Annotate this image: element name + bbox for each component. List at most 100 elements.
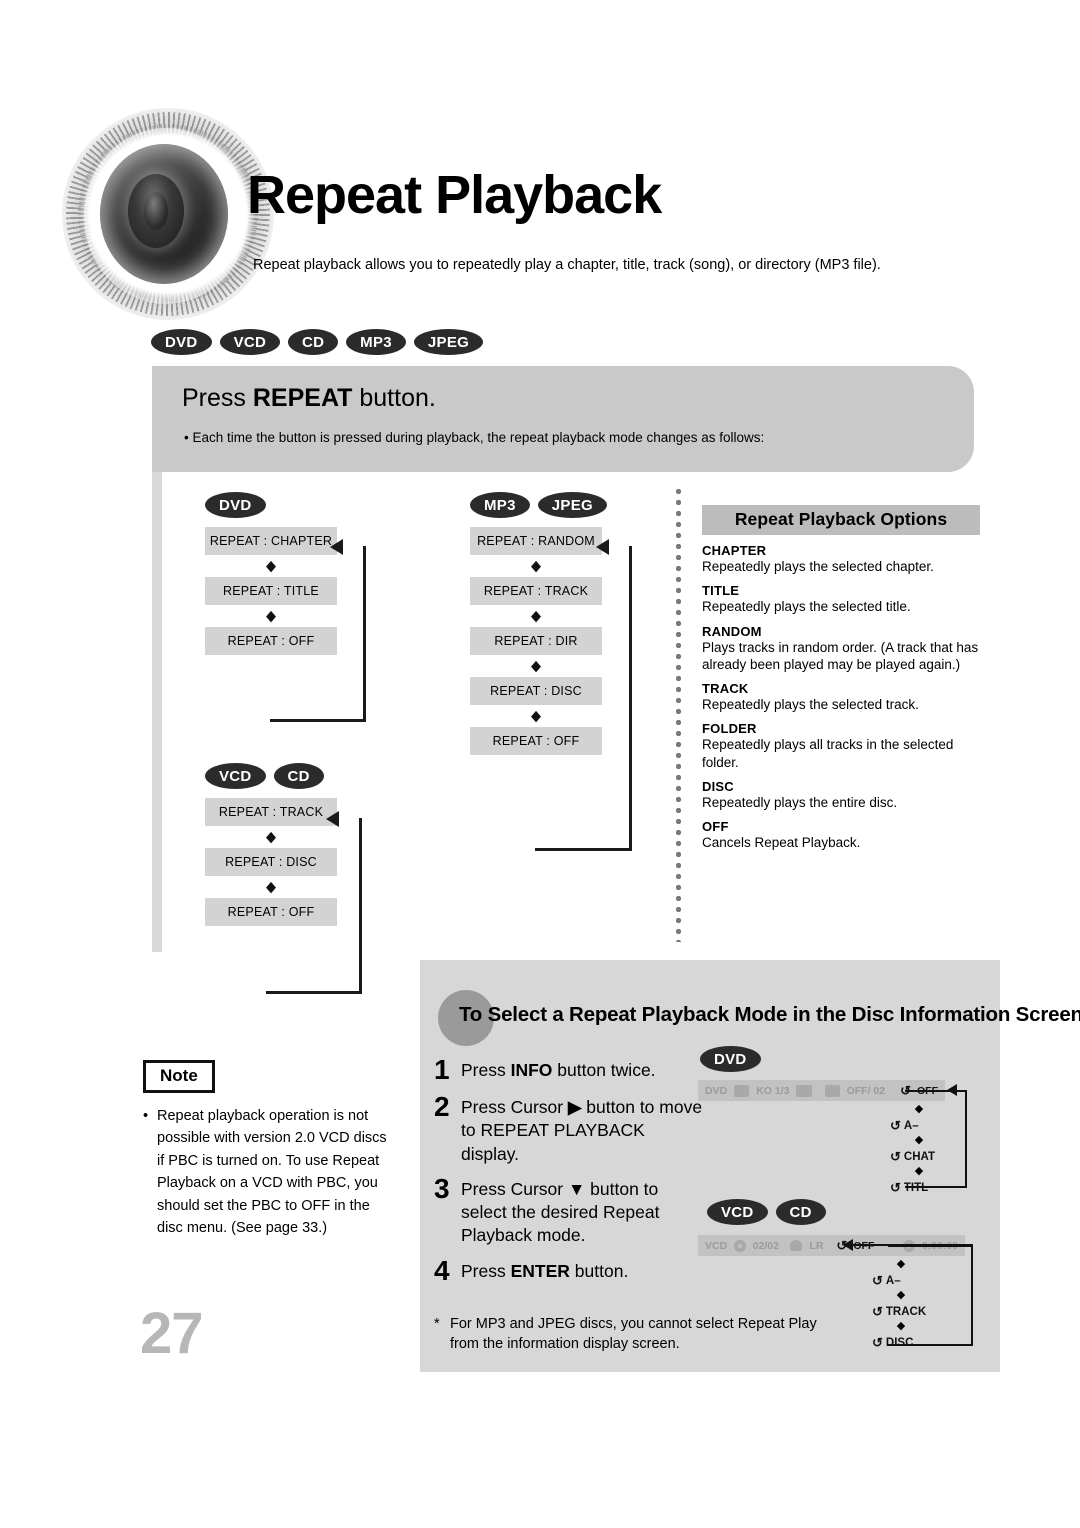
note-bullet-icon: •	[143, 1108, 149, 1124]
footnote-text: For MP3 and JPEG discs, you cannot selec…	[450, 1316, 817, 1352]
repeat-icon: ↺	[890, 1118, 901, 1133]
angle-icon	[796, 1084, 812, 1097]
option-term-title: TITLE	[702, 583, 740, 599]
repeat-icon: ↺	[872, 1273, 883, 1288]
subtitle-icon	[734, 1084, 750, 1097]
flow-badges-mp3-jpeg: MP3 JPEG	[470, 492, 607, 518]
vcd-loop-wire	[888, 1245, 973, 1346]
disc-icon	[734, 1239, 746, 1252]
repeat-icon: ↺	[890, 1180, 901, 1195]
option-desc-random: Plays tracks in random order. (A track t…	[702, 639, 979, 672]
footnote-star-icon: *	[434, 1316, 440, 1332]
flow-loop-arrow-vcd	[326, 811, 339, 827]
step-number: 4	[434, 1254, 450, 1286]
flow-badges-vcd-cd: VCD CD	[205, 763, 337, 789]
press-repeat-panel: Press REPEAT button. • Each time the but…	[152, 366, 974, 472]
page-number: 27	[140, 1301, 204, 1366]
cursor-right-icon: ▶	[567, 1097, 582, 1117]
option-term-chapter: CHAPTER	[702, 543, 767, 558]
disc-badge-dvd: DVD	[151, 329, 212, 355]
disc-badge-mp3-flow: MP3	[470, 492, 530, 518]
dvd-loop-wire	[905, 1090, 967, 1188]
step-text: Press Cursor ▶ button to move to REPEAT …	[461, 1097, 703, 1164]
note-body-text: Repeat playback operation is not possibl…	[157, 1108, 387, 1237]
step-text: Press INFO button twice.	[461, 1060, 656, 1080]
option-term-disc: DISC	[702, 778, 734, 794]
step-number: 1	[434, 1054, 450, 1085]
option-desc-title: Repeatedly plays the selected title.	[702, 599, 911, 615]
infobar-audio-field: LR	[809, 1239, 824, 1252]
headphone-icon	[789, 1240, 803, 1251]
press-repeat-title: Press REPEAT button.	[182, 386, 436, 411]
option-term-folder: FOLDER	[702, 721, 757, 737]
left-grey-rail	[152, 472, 162, 952]
step-text: Press ENTER button.	[461, 1260, 629, 1281]
flow-loop-wire-dvd	[270, 546, 366, 722]
flow-loop-arrow-dvd	[330, 539, 343, 555]
flow-loop-wire-vcd	[266, 818, 362, 994]
disc-type-badges: DVD VCD CD MP3 JPEG	[151, 329, 484, 355]
disc-badge-vcd-flow: VCD	[205, 763, 266, 789]
step-text: Press Cursor ▼ button to select the desi…	[461, 1178, 660, 1246]
step-number: 2	[434, 1091, 450, 1122]
option-term-random: RANDOM	[702, 623, 762, 639]
disc-badge-vcd: VCD	[219, 329, 281, 355]
vcd-screen-badges: VCD CD	[707, 1199, 826, 1225]
option-term-off: OFF	[702, 819, 729, 835]
speaker-graphic	[62, 108, 274, 320]
step-number: 3	[434, 1172, 450, 1204]
option-desc-track: Repeatedly plays the selected track.	[702, 697, 919, 713]
disc-badge-cd-flow: CD	[273, 763, 324, 789]
disc-badge-mp3: MP3	[346, 329, 406, 355]
step-item: 3 Press Cursor ▼ button to select the de…	[434, 1172, 704, 1248]
disc-badge-cd-screen: CD	[775, 1199, 826, 1225]
repeat-icon: ↺	[890, 1149, 901, 1164]
note-label-box: Note	[143, 1060, 215, 1093]
manual-page: Repeat Playback Repeat playback allows y…	[0, 0, 1080, 1528]
vcd-loop-arrow	[843, 1239, 853, 1251]
dvd-loop-arrow	[947, 1084, 957, 1096]
dvd-screen-badges: DVD	[700, 1046, 761, 1072]
repeat-icon: ↺	[872, 1335, 883, 1350]
press-prefix: Press	[182, 384, 253, 412]
flow-loop-arrow-mp3	[596, 539, 609, 555]
infobar-audio-field: KO 1/3	[756, 1084, 790, 1097]
disc-info-screen-title: To Select a Repeat Playback Mode in the …	[459, 1003, 1080, 1026]
infobar-track-field: 02/02	[752, 1239, 779, 1252]
press-bold: REPEAT	[252, 384, 353, 412]
infobar-chapter-field: OFF/ 02	[846, 1084, 886, 1097]
speaker-cone-icon	[100, 144, 228, 284]
option-desc-off: Cancels Repeat Playback.	[702, 835, 861, 851]
page-title: Repeat Playback	[247, 165, 662, 225]
bookmark-icon	[824, 1084, 840, 1097]
page-subtitle: Repeat playback allows you to repeatedly…	[253, 257, 881, 273]
press-suffix: button.	[352, 384, 436, 412]
option-desc-folder: Repeatedly plays all tracks in the selec…	[702, 737, 954, 770]
disc-badge-dvd-screen: DVD	[700, 1046, 761, 1072]
flow-loop-wire-mp3	[535, 546, 632, 851]
options-heading: Repeat Playback Options	[702, 505, 980, 535]
option-desc-chapter: Repeatedly plays the selected chapter.	[702, 559, 934, 574]
repeat-icon: ↺	[872, 1304, 883, 1319]
flow-badges-dvd: DVD	[205, 492, 337, 518]
disc-badge-dvd-flow: DVD	[205, 492, 266, 518]
step-item: 4 Press ENTER button.	[434, 1254, 704, 1286]
option-desc-disc: Repeatedly plays the entire disc.	[702, 794, 898, 810]
infobar-disc-label: DVD	[705, 1084, 728, 1097]
disc-info-steps-list: 1 Press INFO button twice. 2 Press Curso…	[434, 1056, 704, 1294]
vcd-loop-line	[853, 1244, 973, 1246]
infobar-disc-label: VCD	[705, 1239, 728, 1252]
option-term-track: TRACK	[702, 681, 749, 697]
step-item: 1 Press INFO button twice.	[434, 1056, 704, 1084]
disc-badge-jpeg: JPEG	[413, 329, 484, 355]
step-item: 2 Press Cursor ▶ button to move to REPEA…	[434, 1093, 704, 1166]
note-text: • Repeat playback operation is not possi…	[143, 1105, 391, 1240]
disc-badge-vcd-screen: VCD	[707, 1199, 768, 1225]
disc-badge-jpeg-flow: JPEG	[537, 492, 607, 518]
cursor-down-icon: ▼	[567, 1178, 586, 1199]
disc-info-footnote: * For MP3 and JPEG discs, you cannot sel…	[434, 1315, 834, 1354]
disc-badge-cd: CD	[288, 329, 339, 355]
dotted-divider	[676, 486, 681, 942]
repeat-playback-options-panel: Repeat Playback Options CHAPTER Repeated…	[702, 505, 980, 851]
press-repeat-bullet: • Each time the button is pressed during…	[184, 430, 765, 445]
